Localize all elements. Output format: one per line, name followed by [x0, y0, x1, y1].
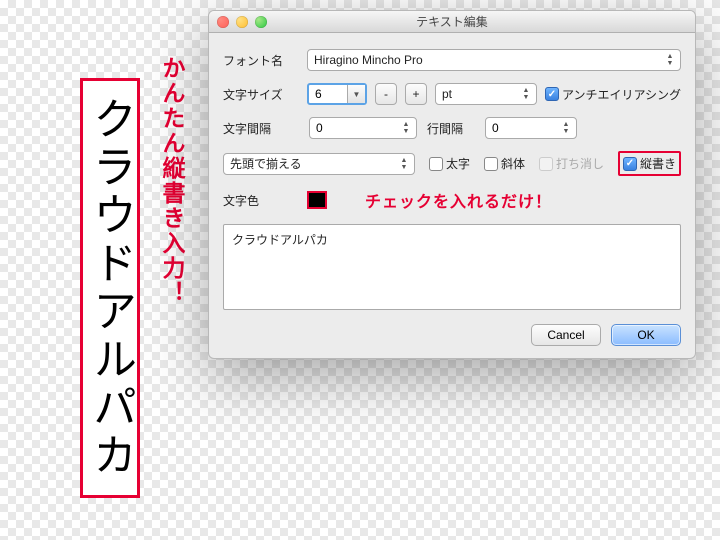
- text-edit-dialog: テキスト編集 フォント名 Hiragino Mincho Pro ▲▼ 文字サイ…: [208, 10, 696, 359]
- strikethrough-checkbox: 打ち消し: [539, 155, 604, 172]
- unit-value: pt: [442, 87, 452, 101]
- stepper-icon[interactable]: ▲▼: [398, 119, 414, 137]
- size-decrease-button[interactable]: -: [375, 83, 397, 105]
- canvas-vertical-text[interactable]: クラウドアルパカ: [80, 78, 140, 498]
- ok-button[interactable]: OK: [611, 324, 681, 346]
- align-select[interactable]: 先頭で揃える ▲▼: [223, 153, 415, 175]
- size-label: 文字サイズ: [223, 86, 299, 103]
- align-value: 先頭で揃える: [230, 155, 302, 172]
- annotation-inline: チェックを入れるだけ！: [365, 188, 552, 212]
- line-spacing-input[interactable]: ▲▼: [485, 117, 577, 139]
- line-spacing-label: 行間隔: [427, 120, 475, 137]
- char-spacing-input[interactable]: ▲▼: [309, 117, 417, 139]
- vertical-writing-checkbox[interactable]: 縦書き: [623, 155, 676, 172]
- dialog-body: フォント名 Hiragino Mincho Pro ▲▼ 文字サイズ ▼ - +…: [209, 33, 695, 358]
- close-icon[interactable]: [217, 16, 229, 28]
- titlebar[interactable]: テキスト編集: [209, 11, 695, 33]
- unit-select[interactable]: pt ▲▼: [435, 83, 537, 105]
- line-spacing-field[interactable]: [492, 121, 556, 135]
- annotation-vertical: かんたん縦書き入力！: [155, 56, 189, 306]
- dropdown-icon[interactable]: ▼: [347, 85, 365, 103]
- dialog-wrapper: テキスト編集 フォント名 Hiragino Mincho Pro ▲▼ 文字サイ…: [208, 10, 696, 359]
- traffic-lights: [217, 16, 267, 28]
- vertical-writing-highlight: 縦書き: [618, 151, 681, 176]
- bold-label: 太字: [446, 155, 470, 172]
- minimize-icon[interactable]: [236, 16, 248, 28]
- char-spacing-field[interactable]: [316, 121, 396, 135]
- updown-icon: ▲▼: [518, 85, 534, 103]
- zoom-icon[interactable]: [255, 16, 267, 28]
- stepper-icon[interactable]: ▲▼: [558, 119, 574, 137]
- vertical-writing-label: 縦書き: [640, 155, 676, 172]
- cancel-button[interactable]: Cancel: [531, 324, 601, 346]
- checkbox-icon: [623, 157, 637, 171]
- color-label: 文字色: [223, 192, 299, 209]
- size-input[interactable]: ▼: [307, 83, 367, 105]
- strikethrough-label: 打ち消し: [556, 155, 604, 172]
- antialias-label: アンチエイリアシング: [562, 86, 681, 103]
- text-content-area[interactable]: クラウドアルパカ: [223, 224, 681, 310]
- dialog-title: テキスト編集: [416, 13, 488, 30]
- checkbox-icon: [545, 87, 559, 101]
- italic-label: 斜体: [501, 155, 525, 172]
- char-spacing-label: 文字間隔: [223, 120, 299, 137]
- checkbox-icon: [484, 157, 498, 171]
- italic-checkbox[interactable]: 斜体: [484, 155, 525, 172]
- size-field[interactable]: [315, 87, 343, 101]
- checkbox-icon: [539, 157, 553, 171]
- updown-icon: ▲▼: [662, 51, 678, 69]
- size-increase-button[interactable]: +: [405, 83, 427, 105]
- checkbox-icon: [429, 157, 443, 171]
- font-select-value: Hiragino Mincho Pro: [314, 53, 423, 67]
- bold-checkbox[interactable]: 太字: [429, 155, 470, 172]
- font-label: フォント名: [223, 52, 299, 69]
- updown-icon: ▲▼: [396, 155, 412, 173]
- color-swatch[interactable]: [307, 191, 327, 209]
- antialias-checkbox[interactable]: アンチエイリアシング: [545, 86, 681, 103]
- font-select[interactable]: Hiragino Mincho Pro ▲▼: [307, 49, 681, 71]
